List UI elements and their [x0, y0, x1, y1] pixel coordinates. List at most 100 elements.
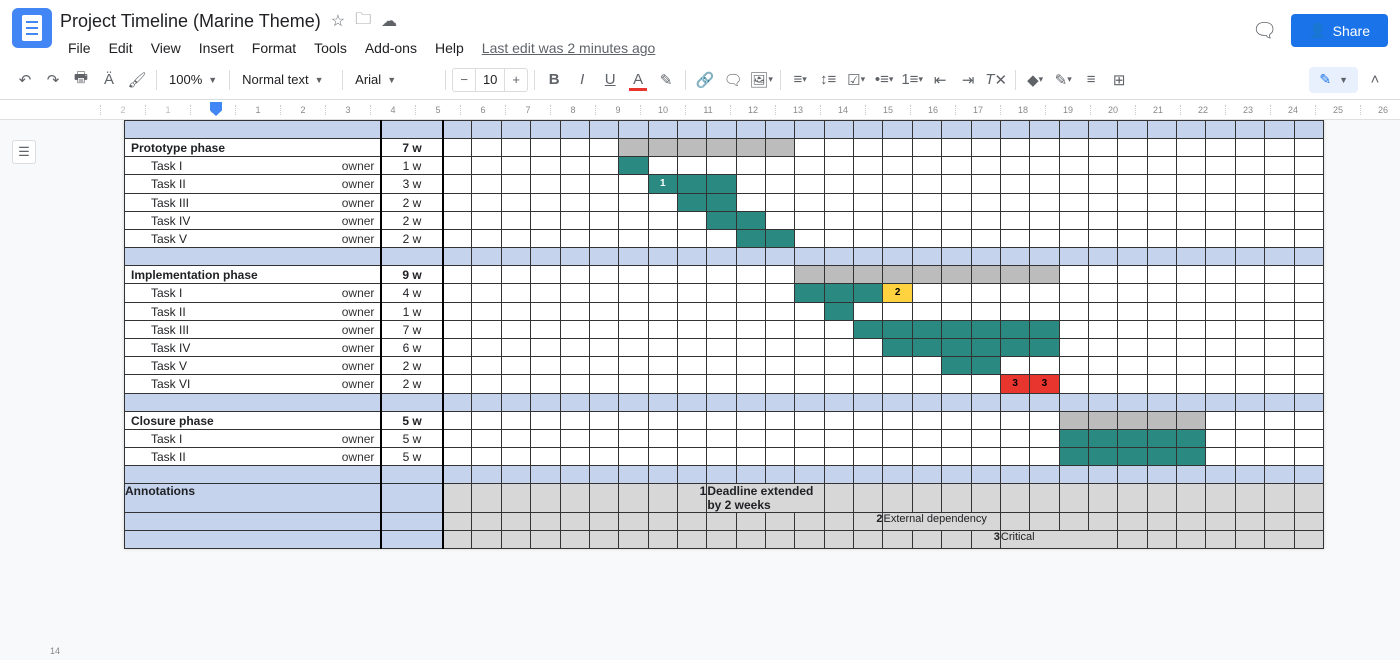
gantt-cell[interactable]: [443, 194, 472, 212]
gantt-cell[interactable]: [619, 230, 648, 248]
gantt-cell[interactable]: [854, 194, 883, 212]
gantt-cell[interactable]: [942, 430, 971, 448]
gantt-cell[interactable]: [736, 448, 765, 466]
gantt-cell[interactable]: [942, 339, 971, 357]
gantt-cell[interactable]: [1030, 212, 1059, 230]
gantt-cell[interactable]: [1177, 175, 1206, 194]
gantt-cell[interactable]: [501, 430, 530, 448]
gantt-cell[interactable]: [443, 284, 472, 303]
gantt-cell[interactable]: [736, 175, 765, 194]
gantt-cell[interactable]: [1118, 357, 1147, 375]
gantt-cell[interactable]: [1000, 448, 1029, 466]
gantt-cell[interactable]: [766, 430, 795, 448]
gantt-cell[interactable]: [619, 157, 648, 175]
gantt-cell[interactable]: [619, 375, 648, 394]
gantt-cell[interactable]: 1: [648, 175, 677, 194]
gantt-cell[interactable]: [589, 194, 618, 212]
gantt-cell[interactable]: [912, 430, 941, 448]
gantt-cell[interactable]: [942, 194, 971, 212]
gantt-cell[interactable]: [824, 357, 853, 375]
gantt-cell[interactable]: [1118, 194, 1147, 212]
gantt-cell[interactable]: [1206, 194, 1235, 212]
gantt-cell[interactable]: [501, 175, 530, 194]
gantt-cell[interactable]: [1206, 303, 1235, 321]
gantt-cell[interactable]: [707, 212, 736, 230]
gantt-cell[interactable]: [560, 375, 589, 394]
gantt-cell[interactable]: [707, 175, 736, 194]
gantt-cell[interactable]: [472, 284, 501, 303]
gantt-cell[interactable]: [1177, 321, 1206, 339]
fill-button[interactable]: ◆▾: [1022, 67, 1048, 93]
gantt-cell[interactable]: [795, 303, 824, 321]
gantt-cell[interactable]: [472, 375, 501, 394]
gantt-cell[interactable]: [795, 430, 824, 448]
gantt-cell[interactable]: [971, 339, 1000, 357]
gantt-cell[interactable]: [824, 430, 853, 448]
gantt-cell[interactable]: [1235, 430, 1264, 448]
gantt-cell[interactable]: [1118, 339, 1147, 357]
gantt-cell[interactable]: [472, 448, 501, 466]
gantt-cell[interactable]: [648, 357, 677, 375]
gantt-cell[interactable]: [736, 357, 765, 375]
gantt-cell[interactable]: [531, 339, 560, 357]
paint-format-button[interactable]: 🖌: [124, 67, 150, 93]
gantt-cell[interactable]: [1000, 194, 1029, 212]
gantt-cell[interactable]: [736, 321, 765, 339]
gantt-cell[interactable]: [1294, 375, 1323, 394]
gantt-cell[interactable]: [795, 194, 824, 212]
gantt-cell[interactable]: [883, 357, 912, 375]
gantt-cell[interactable]: [795, 157, 824, 175]
gantt-cell[interactable]: [1206, 430, 1235, 448]
gantt-cell[interactable]: [1294, 357, 1323, 375]
doc-title[interactable]: Project Timeline (Marine Theme): [60, 11, 321, 32]
gantt-cell[interactable]: [795, 357, 824, 375]
gantt-cell[interactable]: [1089, 448, 1118, 466]
gantt-cell[interactable]: [824, 339, 853, 357]
gantt-cell[interactable]: [1177, 430, 1206, 448]
gantt-cell[interactable]: [824, 448, 853, 466]
gantt-cell[interactable]: [971, 284, 1000, 303]
gantt-cell[interactable]: [912, 157, 941, 175]
gantt-cell[interactable]: [1294, 284, 1323, 303]
gantt-cell[interactable]: [1177, 230, 1206, 248]
gantt-cell[interactable]: [1089, 357, 1118, 375]
gantt-cell[interactable]: [677, 157, 706, 175]
gantt-cell[interactable]: [912, 212, 941, 230]
gantt-cell[interactable]: [501, 448, 530, 466]
gantt-cell[interactable]: [1294, 321, 1323, 339]
indent-increase-button[interactable]: ⇥: [955, 67, 981, 93]
gantt-cell[interactable]: [883, 339, 912, 357]
gantt-cell[interactable]: [1177, 339, 1206, 357]
gantt-cell[interactable]: [619, 284, 648, 303]
gantt-cell[interactable]: [736, 212, 765, 230]
gantt-cell[interactable]: [707, 357, 736, 375]
move-icon[interactable]: 🗀: [355, 8, 371, 35]
gantt-cell[interactable]: [1147, 448, 1176, 466]
gantt-cell[interactable]: [1294, 212, 1323, 230]
gantt-cell[interactable]: [560, 339, 589, 357]
indent-decrease-button[interactable]: ⇤: [927, 67, 953, 93]
gantt-cell[interactable]: [736, 284, 765, 303]
gantt-cell[interactable]: [1235, 194, 1264, 212]
gantt-cell[interactable]: [589, 448, 618, 466]
gantt-cell[interactable]: [883, 375, 912, 394]
gantt-cell[interactable]: [1177, 448, 1206, 466]
gantt-cell[interactable]: [971, 357, 1000, 375]
gantt-cell[interactable]: [736, 339, 765, 357]
gantt-cell[interactable]: [912, 230, 941, 248]
gantt-cell[interactable]: [1089, 339, 1118, 357]
gantt-cell[interactable]: [1235, 157, 1264, 175]
gantt-cell[interactable]: [912, 175, 941, 194]
gantt-cell[interactable]: [854, 430, 883, 448]
gantt-cell[interactable]: [560, 430, 589, 448]
gantt-cell[interactable]: [443, 157, 472, 175]
gantt-cell[interactable]: [1089, 212, 1118, 230]
share-button[interactable]: 👤 Share: [1291, 14, 1388, 47]
line-spacing-button[interactable]: ↕≡: [815, 67, 841, 93]
align-button[interactable]: ≡▾: [787, 67, 813, 93]
gantt-cell[interactable]: [1147, 175, 1176, 194]
menu-insert[interactable]: Insert: [191, 36, 242, 60]
gantt-cell[interactable]: [736, 157, 765, 175]
gantt-cell[interactable]: [1206, 357, 1235, 375]
style-select[interactable]: Normal text▼: [236, 67, 336, 93]
